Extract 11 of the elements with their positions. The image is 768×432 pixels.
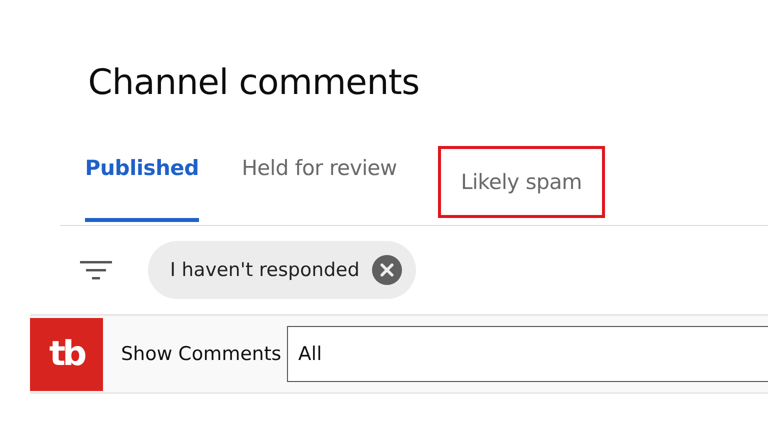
select-field[interactable]: All (287, 326, 768, 382)
tab[interactable]: Likely spam (460, 149, 582, 215)
tab[interactable]: Published (85, 140, 199, 222)
show-comments-label: Show Comments (121, 343, 282, 365)
page-title: Channel comments (87, 62, 420, 105)
chip-label: I haven't responded (170, 259, 360, 281)
filter-chip[interactable]: I haven't responded (148, 241, 416, 299)
logo: tb (30, 318, 103, 390)
tab[interactable]: Held for review (242, 140, 397, 222)
filter-icon[interactable] (80, 258, 112, 282)
close-icon[interactable] (372, 255, 402, 285)
